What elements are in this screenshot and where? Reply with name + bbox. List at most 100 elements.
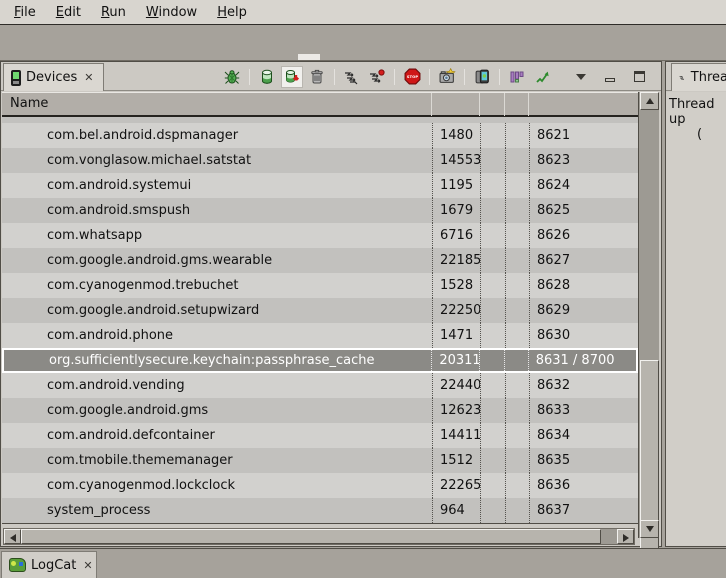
menu-edit[interactable]: Edit bbox=[46, 2, 91, 23]
menu-file[interactable]: File bbox=[4, 2, 46, 23]
tab-logcat-label: LogCat bbox=[31, 558, 76, 573]
devices-panel: Devices ✕ bbox=[0, 61, 662, 547]
table-row[interactable]: com.android.smspush16798625 bbox=[2, 198, 638, 223]
table-row[interactable]: com.google.android.gms126238633 bbox=[2, 398, 638, 423]
empty-cell bbox=[505, 173, 529, 198]
debug-attach-icon[interactable] bbox=[222, 67, 242, 87]
table-row[interactable]: com.google.android.gms.wearable221858627 bbox=[2, 248, 638, 273]
column-divider[interactable] bbox=[431, 93, 432, 116]
vertical-scrollbar[interactable] bbox=[638, 92, 659, 538]
empty-cell bbox=[480, 423, 505, 448]
ddms-toolbar: STOP bbox=[222, 64, 649, 89]
column-header-name[interactable]: Name bbox=[10, 96, 48, 111]
table-row[interactable]: com.android.systemui11958624 bbox=[2, 173, 638, 198]
process-name: com.google.android.gms.wearable bbox=[2, 248, 432, 273]
scroll-down-button[interactable] bbox=[640, 520, 659, 538]
start-method-profiling-icon[interactable] bbox=[367, 67, 387, 87]
empty-cell bbox=[480, 273, 505, 298]
logcat-icon bbox=[9, 558, 26, 572]
table-row-selected[interactable]: org.sufficientlysecure.keychain:passphra… bbox=[2, 348, 638, 373]
horizontal-scroll-thumb[interactable] bbox=[21, 529, 601, 544]
threads-panel: Threads Thread up ( bbox=[665, 61, 726, 547]
screen-record-icon[interactable] bbox=[472, 67, 492, 87]
empty-cell bbox=[480, 248, 505, 273]
table-row[interactable]: com.whatsapp67168626 bbox=[2, 223, 638, 248]
process-pid: 6716 bbox=[432, 223, 480, 248]
threads-message-line2: ( bbox=[697, 127, 726, 142]
stop-label: STOP bbox=[406, 74, 418, 79]
process-name: org.sufficientlysecure.keychain:passphra… bbox=[4, 350, 431, 371]
empty-cell bbox=[505, 448, 529, 473]
sash-handle[interactable] bbox=[298, 54, 320, 60]
toolbar-separator bbox=[334, 69, 335, 85]
table-row[interactable]: com.cyanogenmod.trebuchet15288628 bbox=[2, 273, 638, 298]
process-port: 8628 bbox=[529, 273, 638, 298]
process-pid: 14411 bbox=[432, 423, 480, 448]
cause-gc-icon[interactable] bbox=[307, 67, 327, 87]
process-pid: 1471 bbox=[432, 323, 480, 348]
table-row[interactable]: system_process9648637 bbox=[2, 498, 638, 523]
menu-run[interactable]: Run bbox=[91, 2, 136, 23]
column-divider[interactable] bbox=[528, 93, 529, 116]
empty-cell bbox=[505, 148, 529, 173]
table-row[interactable]: com.vonglasow.michael.satstat145538623 bbox=[2, 148, 638, 173]
empty-cell bbox=[480, 198, 505, 223]
dump-hprof-icon[interactable] bbox=[282, 67, 302, 87]
empty-cell bbox=[505, 473, 529, 498]
maximize-icon[interactable] bbox=[629, 67, 649, 87]
process-port: 8634 bbox=[529, 423, 638, 448]
scroll-left-button[interactable] bbox=[4, 529, 21, 544]
table-row[interactable]: com.android.defcontainer144118634 bbox=[2, 423, 638, 448]
screen-capture-icon[interactable] bbox=[437, 67, 457, 87]
stop-process-icon[interactable]: STOP bbox=[402, 67, 422, 87]
table-header: Name bbox=[2, 92, 638, 117]
empty-cell bbox=[505, 123, 529, 148]
column-divider[interactable] bbox=[479, 93, 480, 116]
empty-cell bbox=[480, 123, 505, 148]
empty-cell bbox=[505, 423, 529, 448]
table-row[interactable]: com.bel.android.dspmanager14808621 bbox=[2, 123, 638, 148]
process-pid: 1512 bbox=[432, 448, 480, 473]
table-row[interactable]: com.android.vending224408632 bbox=[2, 373, 638, 398]
close-icon[interactable]: ✕ bbox=[81, 559, 92, 572]
tab-devices[interactable]: Devices ✕ bbox=[3, 63, 104, 91]
table-row[interactable]: com.google.android.setupwizard222508629 bbox=[2, 298, 638, 323]
tab-threads[interactable]: Threads bbox=[671, 63, 726, 91]
process-name: com.google.android.gms bbox=[2, 398, 432, 423]
close-icon[interactable]: ✕ bbox=[82, 71, 93, 84]
process-port: 8625 bbox=[529, 198, 638, 223]
process-port: 8630 bbox=[529, 323, 638, 348]
process-port: 8621 bbox=[529, 123, 638, 148]
process-name: com.android.phone bbox=[2, 323, 432, 348]
systrace-icon[interactable] bbox=[507, 67, 527, 87]
empty-cell bbox=[480, 448, 505, 473]
view-menu-icon[interactable] bbox=[571, 67, 591, 87]
empty-cell bbox=[480, 298, 505, 323]
device-process-rows: com.bel.android.dspmanager14808621com.vo… bbox=[2, 123, 638, 523]
table-row[interactable]: com.tmobile.thememanager15128635 bbox=[2, 448, 638, 473]
update-threads-icon[interactable] bbox=[342, 67, 362, 87]
tab-logcat[interactable]: LogCat ✕ bbox=[1, 551, 97, 578]
empty-cell bbox=[505, 298, 529, 323]
scroll-right-button[interactable] bbox=[617, 529, 634, 544]
main-toolbar-strip bbox=[0, 26, 726, 61]
empty-cell bbox=[505, 323, 529, 348]
update-heap-icon[interactable] bbox=[257, 67, 277, 87]
menu-window[interactable]: Window bbox=[136, 2, 207, 23]
process-pid: 22440 bbox=[432, 373, 480, 398]
empty-cell bbox=[505, 273, 529, 298]
minimize-icon[interactable] bbox=[600, 67, 620, 87]
start-opengl-trace-icon[interactable] bbox=[532, 67, 552, 87]
column-divider[interactable] bbox=[504, 93, 505, 116]
screenshot-root: { "menu_bar": { "items": [ { "label": "F… bbox=[0, 0, 726, 577]
process-port: 8632 bbox=[529, 373, 638, 398]
process-port: 8637 bbox=[529, 498, 638, 523]
empty-cell bbox=[480, 173, 505, 198]
process-pid: 22250 bbox=[432, 298, 480, 323]
table-row[interactable]: com.cyanogenmod.lockclock222658636 bbox=[2, 473, 638, 498]
scroll-up-button[interactable] bbox=[640, 92, 659, 110]
table-row[interactable]: com.android.phone1471 8630 bbox=[2, 323, 638, 348]
horizontal-scrollbar[interactable] bbox=[3, 528, 635, 545]
menu-help[interactable]: Help bbox=[207, 2, 257, 23]
threads-tabbar: Threads bbox=[666, 62, 726, 91]
